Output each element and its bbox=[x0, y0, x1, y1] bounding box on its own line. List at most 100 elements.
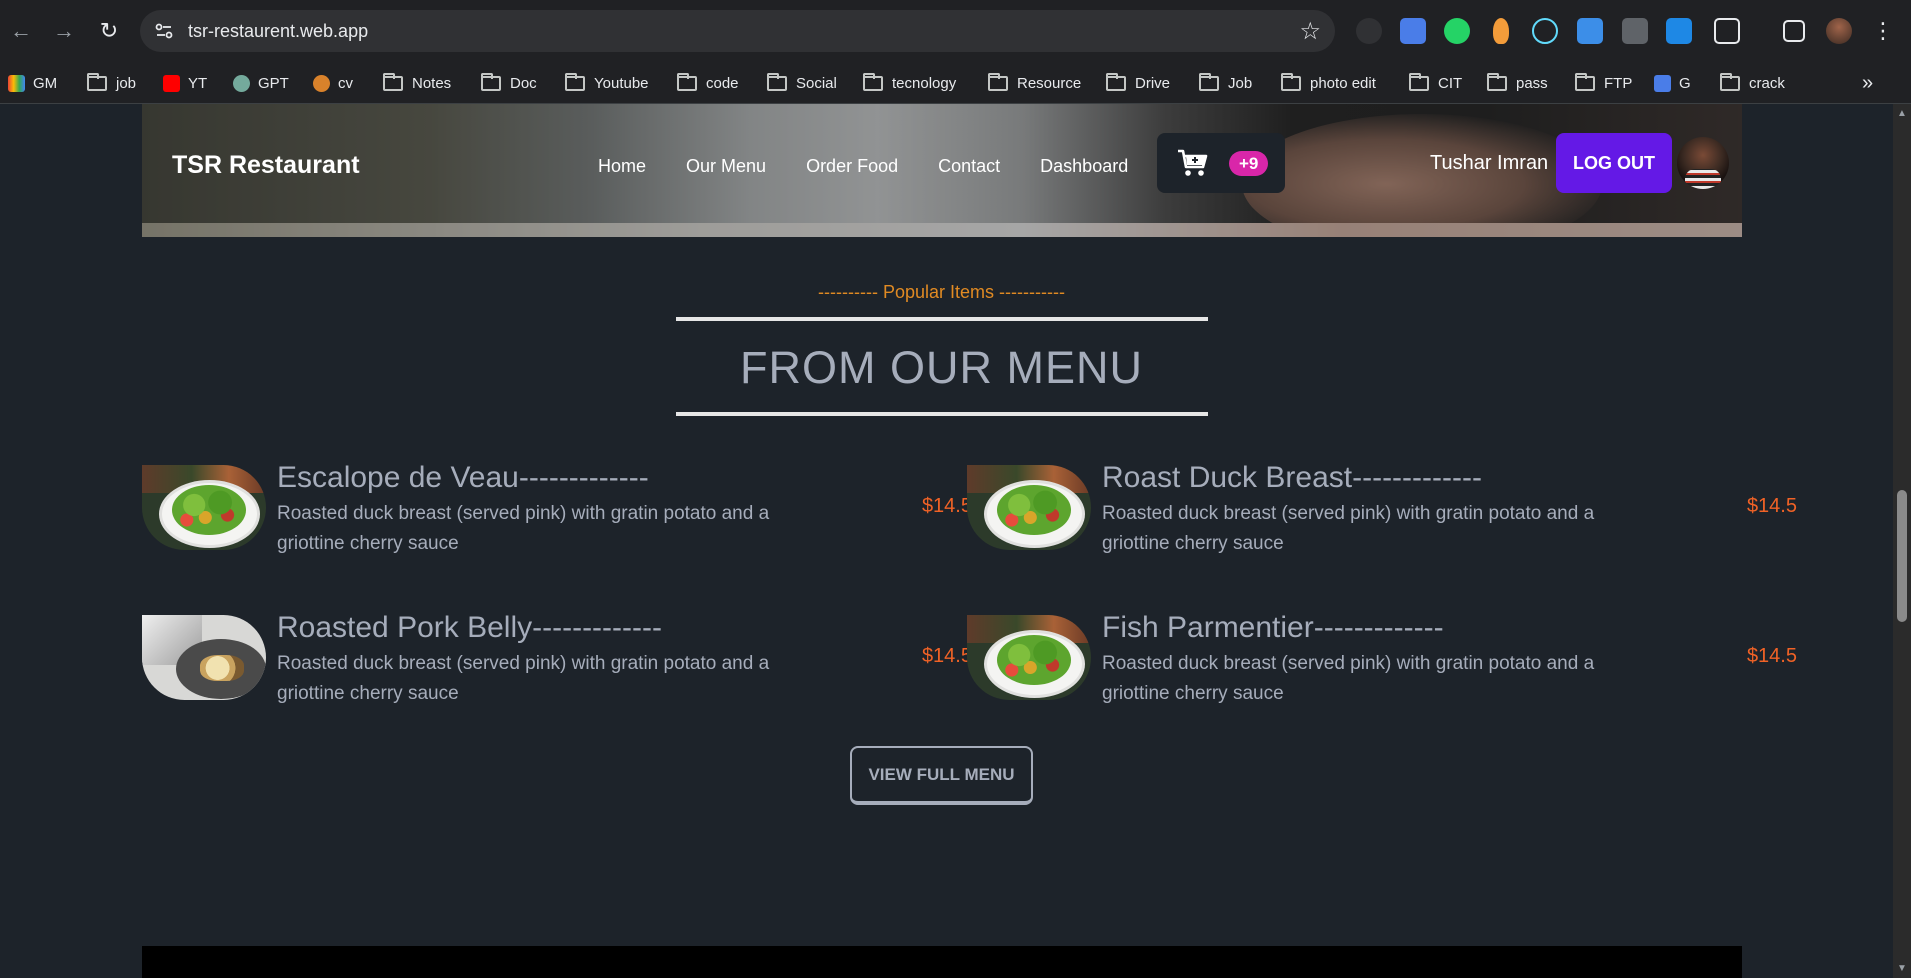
bookmark-resource[interactable]: Resource bbox=[988, 72, 1081, 94]
cart-count-badge: +9 bbox=[1229, 151, 1269, 176]
side-panel-icon[interactable] bbox=[1783, 20, 1805, 42]
code-extension-icon[interactable] bbox=[1622, 18, 1648, 44]
browser-menu-icon[interactable]: ⋮ bbox=[1868, 16, 1898, 46]
folder-icon bbox=[87, 72, 107, 91]
dish-name: Roast Duck Breast------------- bbox=[1102, 461, 1482, 494]
bookmark-notes[interactable]: Notes bbox=[383, 72, 451, 94]
folder-icon bbox=[1281, 72, 1301, 91]
bookmark-g[interactable]: G bbox=[1654, 72, 1691, 94]
forward-arrow-icon[interactable]: → bbox=[49, 16, 79, 46]
react-devtools-icon[interactable] bbox=[1532, 18, 1558, 44]
extension-g-icon[interactable] bbox=[1356, 18, 1382, 44]
page-content: TSR Restaurant Home Our Menu Order Food … bbox=[0, 104, 1893, 978]
address-bar[interactable]: tsr-restaurent.web.app ☆ bbox=[140, 10, 1335, 52]
folder-icon bbox=[565, 72, 585, 91]
dish-description: Roasted duck breast (served pink) with g… bbox=[1102, 503, 1595, 554]
bookmark-tecnology[interactable]: tecnology bbox=[863, 72, 956, 94]
folder-icon bbox=[1575, 72, 1595, 91]
folder-icon bbox=[481, 72, 501, 91]
dish-name: Escalope de Veau------------- bbox=[277, 461, 649, 494]
dish-description: Roasted duck breast (served pink) with g… bbox=[1102, 653, 1595, 704]
view-full-menu-button[interactable]: VIEW FULL MENU bbox=[850, 746, 1033, 805]
folder-icon bbox=[863, 72, 883, 91]
section-subtitle: ---------- Popular Items ----------- bbox=[818, 282, 1065, 302]
nav-home[interactable]: Home bbox=[598, 156, 646, 177]
footer bbox=[142, 946, 1742, 978]
chatgpt-icon bbox=[233, 74, 250, 92]
folder-icon bbox=[1106, 72, 1126, 91]
download-icon[interactable] bbox=[1577, 18, 1603, 44]
extension-flame-icon[interactable] bbox=[1493, 18, 1509, 44]
title-divider-top bbox=[676, 317, 1208, 321]
dish-image bbox=[967, 465, 1091, 550]
bookmark-youtube[interactable]: Youtube bbox=[565, 72, 649, 94]
more-bookmarks-icon[interactable]: » bbox=[1862, 72, 1873, 94]
gmail-icon bbox=[8, 74, 25, 92]
cv-icon bbox=[313, 74, 330, 92]
folder-icon bbox=[1487, 72, 1507, 91]
folder-icon bbox=[1720, 72, 1740, 91]
main-nav: Home Our Menu Order Food Contact Dashboa… bbox=[598, 156, 1128, 177]
page-scrollbar[interactable]: ▲ ▼ bbox=[1893, 104, 1911, 978]
bookmark-gpt[interactable]: GPT bbox=[233, 72, 289, 94]
bookmarks-bar: GM job YT GPT cv Notes Doc Youtube code … bbox=[0, 62, 1911, 104]
dish-name: Roasted Pork Belly------------- bbox=[277, 611, 662, 644]
user-avatar[interactable] bbox=[1677, 137, 1729, 189]
menu-item: Roasted Pork Belly------------- Roasted … bbox=[142, 611, 972, 710]
bookmark-cit[interactable]: CIT bbox=[1409, 72, 1462, 94]
folder-icon bbox=[1199, 72, 1219, 91]
youtube-icon bbox=[163, 74, 180, 92]
ft-extension-icon[interactable] bbox=[1666, 18, 1692, 44]
translate-icon bbox=[1654, 74, 1671, 92]
cart-button[interactable]: +9 bbox=[1157, 133, 1285, 193]
folder-icon bbox=[677, 72, 697, 91]
brand-logo-text[interactable]: TSR Restaurant bbox=[172, 151, 360, 180]
dish-price: $14.5 bbox=[921, 645, 972, 667]
whatsapp-icon[interactable] bbox=[1444, 18, 1470, 44]
shopping-cart-icon bbox=[1178, 149, 1208, 176]
menu-item: Fish Parmentier------------- Roasted duc… bbox=[967, 611, 1797, 710]
folder-icon bbox=[988, 72, 1008, 91]
bookmark-gm[interactable]: GM bbox=[8, 72, 57, 94]
scroll-up-arrow-icon[interactable]: ▲ bbox=[1897, 108, 1907, 119]
bookmark-pass[interactable]: pass bbox=[1487, 72, 1548, 94]
site-navbar: TSR Restaurant Home Our Menu Order Food … bbox=[142, 104, 1742, 237]
folder-icon bbox=[767, 72, 787, 91]
bookmark-crack[interactable]: crack bbox=[1720, 72, 1785, 94]
nav-our-menu[interactable]: Our Menu bbox=[686, 156, 766, 177]
bookmark-job[interactable]: job bbox=[87, 72, 136, 94]
nav-order-food[interactable]: Order Food bbox=[806, 156, 898, 177]
bookmark-doc[interactable]: Doc bbox=[481, 72, 537, 94]
url-text: tsr-restaurent.web.app bbox=[188, 21, 369, 41]
profile-avatar-icon[interactable] bbox=[1826, 18, 1852, 44]
back-arrow-icon[interactable]: ← bbox=[6, 16, 36, 46]
scrollbar-thumb[interactable] bbox=[1897, 490, 1907, 622]
logout-button[interactable]: LOG OUT bbox=[1556, 133, 1672, 193]
scroll-down-arrow-icon[interactable]: ▼ bbox=[1897, 963, 1907, 974]
bookmark-star-icon[interactable]: ☆ bbox=[1299, 17, 1321, 46]
nav-dashboard[interactable]: Dashboard bbox=[1040, 156, 1128, 177]
dish-description: Roasted duck breast (served pink) with g… bbox=[277, 503, 770, 554]
title-divider-bottom bbox=[676, 412, 1208, 416]
user-name: Tushar Imran bbox=[1430, 152, 1549, 174]
extensions-puzzle-icon[interactable] bbox=[1714, 18, 1740, 44]
bookmark-job-2[interactable]: Job bbox=[1199, 72, 1252, 94]
bookmark-photo-edit[interactable]: photo edit bbox=[1281, 72, 1376, 94]
bookmark-drive[interactable]: Drive bbox=[1106, 72, 1170, 94]
bookmark-ftp[interactable]: FTP bbox=[1575, 72, 1632, 94]
bookmark-code[interactable]: code bbox=[677, 72, 739, 94]
site-info-icon[interactable] bbox=[154, 21, 174, 41]
browser-toolbar: ← → ↻ tsr-restaurent.web.app ☆ ⋮ bbox=[0, 0, 1911, 62]
nav-contact[interactable]: Contact bbox=[938, 156, 1000, 177]
bookmark-yt[interactable]: YT bbox=[163, 72, 207, 94]
section-title: FROM OUR MENU bbox=[740, 342, 1143, 393]
folder-icon bbox=[1409, 72, 1429, 91]
reload-icon[interactable]: ↻ bbox=[94, 16, 124, 46]
folder-icon bbox=[383, 72, 403, 91]
menu-item: Escalope de Veau------------- Roasted du… bbox=[142, 461, 972, 560]
dish-name: Fish Parmentier------------- bbox=[1102, 611, 1444, 644]
bookmark-cv[interactable]: cv bbox=[313, 72, 353, 94]
bookmark-social[interactable]: Social bbox=[767, 72, 837, 94]
google-translate-icon[interactable] bbox=[1400, 18, 1426, 44]
dish-image bbox=[142, 465, 266, 550]
